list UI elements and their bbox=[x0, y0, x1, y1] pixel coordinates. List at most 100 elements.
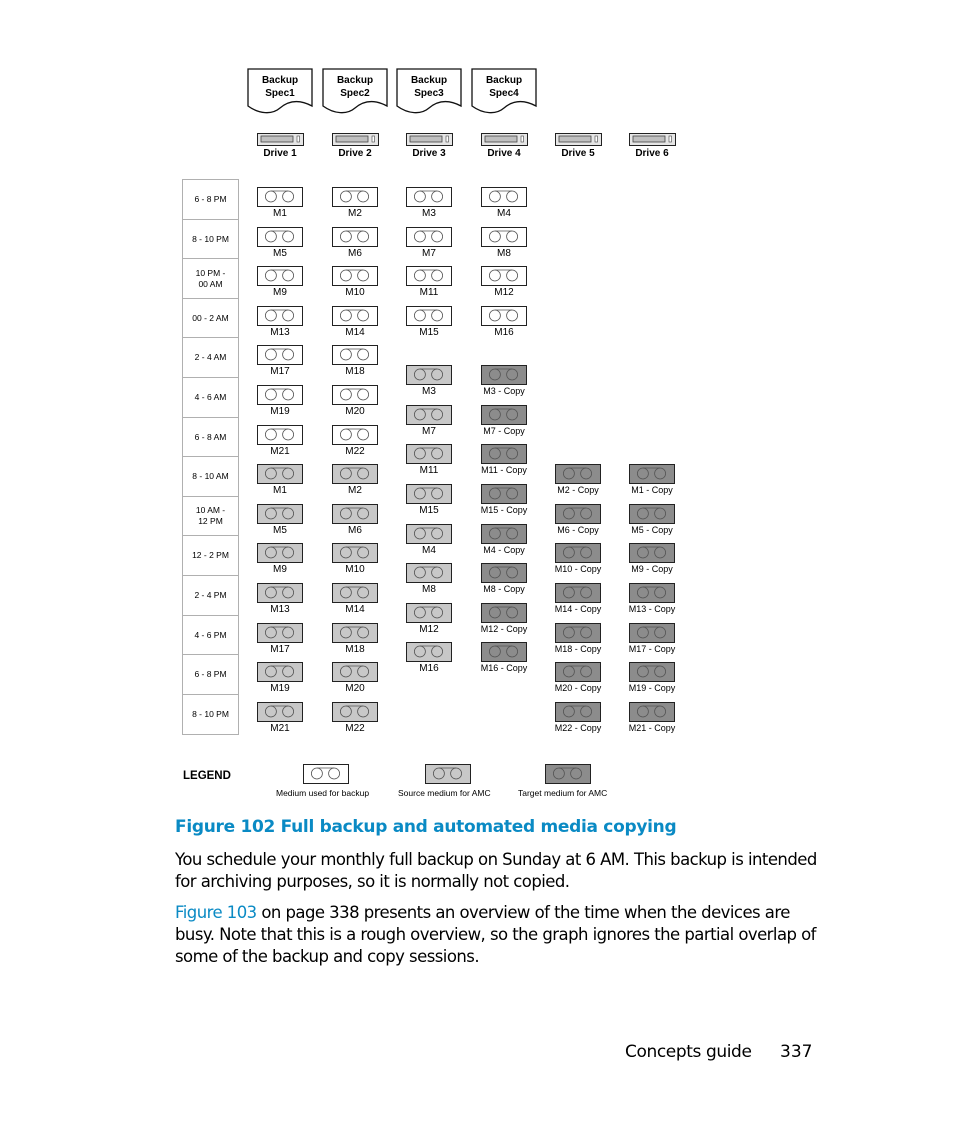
time-slot: 8 - 10 PM bbox=[182, 218, 239, 259]
time-slot: 12 - 2 PM bbox=[182, 535, 239, 576]
drive-2: Drive 2 bbox=[332, 133, 392, 163]
backup-medium-icon bbox=[332, 187, 378, 207]
tape-reels-icon bbox=[339, 507, 370, 520]
medium-label: M17 - Copy bbox=[628, 643, 676, 654]
tape-reels-icon bbox=[264, 190, 295, 203]
tape-reels-icon bbox=[562, 705, 593, 718]
medium-label: M5 bbox=[273, 247, 287, 259]
source-medium-icon bbox=[332, 464, 378, 485]
time-slot-label: 12 - 2 PM bbox=[192, 550, 229, 561]
time-slot: 6 - 8 PM bbox=[182, 654, 239, 695]
drive-label: Drive 3 bbox=[412, 148, 446, 159]
medium-label: M7 bbox=[422, 247, 436, 259]
source-medium-icon bbox=[332, 622, 378, 643]
target-medium-icon bbox=[629, 464, 675, 485]
tape-reels-icon bbox=[488, 487, 519, 500]
medium-label: M9 bbox=[273, 287, 287, 299]
drive-4: Drive 4 bbox=[481, 133, 541, 163]
source-medium-icon bbox=[406, 563, 452, 584]
tape-reels-icon bbox=[636, 705, 667, 718]
tape-reels-icon bbox=[413, 487, 444, 500]
source-medium-icon bbox=[332, 701, 378, 722]
medium-label: M15 bbox=[419, 505, 439, 516]
source-medium-icon bbox=[257, 701, 303, 722]
tape-reels-icon bbox=[339, 388, 370, 401]
time-slot-label: 00 - 2 AM bbox=[192, 312, 229, 323]
medium-label: M8 bbox=[422, 584, 436, 596]
medium-label: M11 - Copy bbox=[481, 465, 527, 476]
medium-label: M19 bbox=[270, 683, 290, 695]
medium-label: M1 bbox=[273, 208, 287, 219]
footer-title: Concepts guide bbox=[625, 1042, 752, 1062]
backup-medium-icon bbox=[481, 226, 527, 247]
tape-reels-icon bbox=[264, 467, 295, 480]
source-medium-icon bbox=[257, 662, 303, 683]
drive-label: Drive 6 bbox=[635, 148, 669, 159]
backup-spec-1: Backup Spec1 bbox=[247, 68, 313, 116]
figure-103-link[interactable]: Figure 103 bbox=[175, 903, 257, 922]
tape-reels-icon bbox=[488, 566, 519, 579]
source-medium-icon bbox=[406, 642, 452, 663]
medium-label: M2 - Copy bbox=[557, 485, 599, 496]
drive-label: Drive 2 bbox=[338, 148, 372, 159]
tape-reels-icon bbox=[339, 705, 370, 718]
tape-reels-icon bbox=[339, 586, 370, 599]
drive-5: Drive 5 bbox=[555, 133, 615, 163]
backup-medium-icon bbox=[332, 226, 378, 247]
medium-label: M12 - Copy bbox=[480, 623, 528, 634]
medium-label: M14 bbox=[345, 604, 365, 615]
tape-reels-icon bbox=[339, 348, 370, 361]
drive-3: Drive 3 bbox=[406, 133, 466, 163]
tape-reels-icon bbox=[413, 190, 444, 203]
medium-label: M21 - Copy bbox=[628, 722, 676, 733]
backup-medium-icon bbox=[406, 305, 452, 326]
tape-reels-icon bbox=[339, 269, 370, 282]
tape-reels-icon bbox=[339, 230, 370, 242]
medium-label: M19 bbox=[270, 406, 290, 417]
backup-medium-icon bbox=[332, 345, 378, 366]
tape-reels-icon bbox=[310, 767, 341, 780]
backup-medium-icon bbox=[257, 345, 303, 366]
backup-medium-icon bbox=[332, 266, 378, 287]
tape-reels-icon bbox=[413, 527, 444, 539]
tape-reels-icon bbox=[562, 507, 593, 520]
time-slot: 00 - 2 AM bbox=[182, 297, 239, 338]
medium-label: M20 bbox=[345, 406, 365, 417]
medium-label: M3 - Copy bbox=[483, 386, 525, 397]
tape-reels-icon bbox=[432, 767, 463, 780]
medium-label: M2 bbox=[348, 208, 362, 219]
medium-label: M6 bbox=[348, 524, 362, 536]
paragraph-2-text: on page 338 presents an overview of the … bbox=[175, 903, 816, 966]
target-medium-icon bbox=[555, 662, 601, 683]
target-medium-icon bbox=[555, 622, 601, 643]
legend-backup-medium-icon bbox=[303, 764, 349, 784]
source-medium-icon bbox=[257, 503, 303, 524]
time-slot: 8 - 10 AM bbox=[182, 456, 239, 497]
tape-reels-icon bbox=[488, 309, 519, 322]
time-slot: 2 - 4 AM bbox=[182, 337, 239, 378]
tape-reels-icon bbox=[488, 447, 519, 460]
medium-label: M14 bbox=[345, 326, 365, 338]
medium-label: M12 bbox=[419, 623, 439, 635]
legend-label: Source medium for AMC bbox=[398, 788, 491, 798]
tape-reels-icon bbox=[264, 388, 295, 401]
source-medium-icon bbox=[257, 543, 303, 564]
backup-medium-icon bbox=[481, 266, 527, 287]
time-slot: 2 - 4 PM bbox=[182, 575, 239, 615]
medium-label: M4 bbox=[497, 208, 511, 219]
drive-1: Drive 1 bbox=[257, 133, 317, 163]
tape-reels-icon bbox=[413, 408, 444, 421]
medium-label: M16 bbox=[419, 663, 439, 675]
medium-label: M20 bbox=[345, 683, 365, 695]
source-medium-icon bbox=[257, 464, 303, 485]
backup-medium-icon bbox=[406, 187, 452, 207]
medium-label: M8 - Copy bbox=[483, 584, 525, 595]
target-medium-icon bbox=[629, 622, 675, 643]
medium-label: M7 - Copy bbox=[483, 425, 525, 436]
medium-label: M16 - Copy bbox=[480, 663, 528, 674]
backup-medium-icon bbox=[257, 424, 303, 445]
tape-reels-icon bbox=[339, 546, 370, 559]
tape-reels-icon bbox=[636, 586, 667, 599]
medium-label: M1 - Copy bbox=[631, 485, 673, 496]
source-medium-icon bbox=[332, 662, 378, 683]
